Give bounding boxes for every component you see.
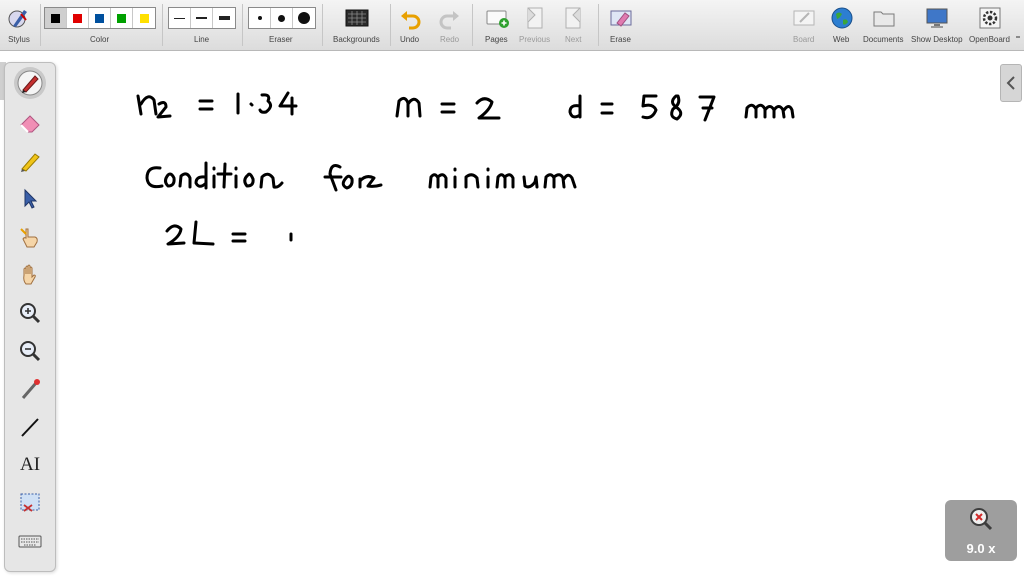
pen-tool[interactable]	[14, 67, 46, 99]
marker-tool[interactable]	[14, 145, 46, 177]
ink-stroke	[522, 175, 539, 189]
ink-stroke	[243, 172, 255, 188]
selector-icon	[24, 188, 38, 209]
ink-stroke	[358, 175, 383, 189]
ink-stroke	[464, 173, 480, 189]
zoom-indicator[interactable]: 9.0 x	[945, 500, 1017, 561]
ink-stroke	[395, 96, 422, 118]
ink-stroke	[249, 102, 254, 107]
ink-stroke	[543, 173, 577, 189]
pen-icon	[17, 70, 43, 96]
ink-stroke	[428, 173, 448, 189]
tool-palette: AI	[4, 62, 56, 572]
arrow-left-icon	[1006, 76, 1015, 90]
capture-tool[interactable]	[14, 487, 46, 519]
laser-pointer-icon	[21, 379, 40, 399]
library-handle[interactable]	[1000, 64, 1022, 102]
ink-stroke	[744, 103, 795, 119]
zoom-in-icon	[20, 303, 41, 324]
ink-stroke	[278, 91, 298, 116]
play-hand-icon	[20, 228, 38, 248]
ink-stroke	[145, 166, 164, 189]
ink-stroke	[475, 97, 501, 120]
ink-stroke	[216, 162, 233, 189]
ink-stroke	[440, 102, 456, 114]
zoom-reset-icon	[970, 508, 993, 531]
zoom-level: 9.0 x	[966, 541, 996, 556]
zoom-in-tool[interactable]	[14, 297, 46, 329]
ink-stroke	[259, 172, 284, 189]
ink-stroke	[670, 94, 683, 121]
selector-tool[interactable]	[14, 183, 46, 215]
line-tool[interactable]	[14, 411, 46, 443]
zoom-out-icon	[20, 341, 41, 362]
ink-stroke	[198, 99, 214, 111]
ink-stroke	[164, 172, 176, 188]
eraser-icon	[20, 115, 40, 133]
ink-stroke	[568, 94, 582, 119]
play-tool[interactable]	[14, 221, 46, 253]
ink-stroke	[323, 164, 343, 192]
hand-tool[interactable]	[14, 259, 46, 291]
text-icon: AI	[19, 454, 41, 475]
zoom-out-tool[interactable]	[14, 335, 46, 367]
ink-stroke	[600, 102, 614, 115]
laser-pointer-tool[interactable]	[14, 373, 46, 405]
keyboard-tool[interactable]	[14, 525, 46, 557]
ink-stroke	[156, 101, 172, 119]
ink-stroke	[258, 93, 273, 114]
capture-icon	[20, 493, 40, 512]
ink-stroke	[178, 172, 192, 189]
ink-stroke	[341, 174, 354, 190]
text-tool[interactable]: AI	[14, 449, 46, 481]
hand-icon	[23, 264, 36, 285]
ink-stroke	[698, 95, 716, 122]
ink-stroke	[165, 224, 186, 246]
ink-stroke	[136, 94, 158, 116]
ink-stroke	[231, 232, 247, 243]
ink-stroke	[194, 161, 208, 190]
ink-stroke	[641, 94, 658, 120]
keyboard-icon	[18, 535, 42, 548]
eraser-tool[interactable]	[14, 107, 46, 139]
ink-stroke	[192, 220, 215, 246]
marker-icon	[21, 153, 40, 172]
line-icon	[21, 418, 39, 437]
board-canvas[interactable]	[0, 0, 1024, 576]
ink-stroke	[495, 173, 515, 189]
